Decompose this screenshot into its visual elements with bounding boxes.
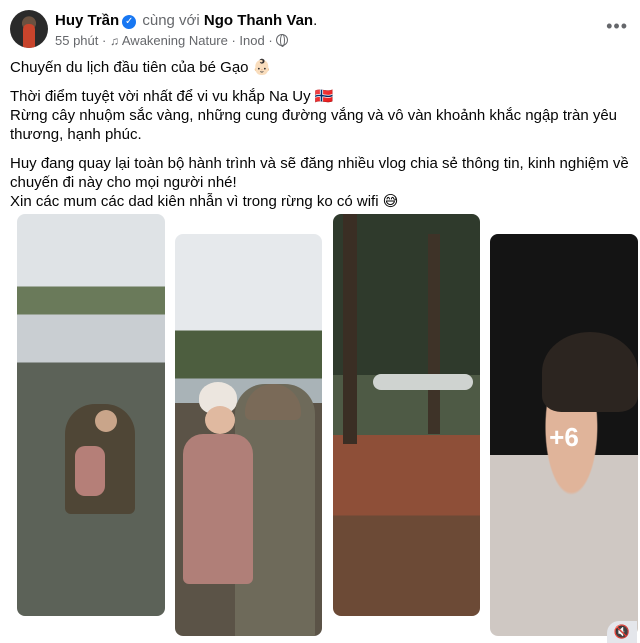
- photo-4[interactable]: +6: [490, 234, 638, 636]
- meta-separator: ·: [102, 33, 107, 48]
- author-line: Huy Trần ✓ cùng với Ngo Thanh Van.: [55, 12, 318, 29]
- post-time[interactable]: 55 phút: [55, 33, 98, 48]
- post-line-1: Chuyến du lịch đầu tiên của bé Gạo 👶🏻: [10, 59, 272, 76]
- with-text: cùng với: [142, 12, 200, 29]
- post-header: Huy Trần ✓ cùng với Ngo Thanh Van. 55 phú…: [10, 10, 630, 50]
- author-name[interactable]: Huy Trần: [55, 12, 119, 29]
- verified-badge-icon: ✓: [122, 15, 137, 29]
- post-line-5: Xin các mum các dad kiên nhẫn vì trong r…: [10, 193, 399, 210]
- post-line-3: Rừng cây nhuộm sắc vàng, những cung đườn…: [10, 107, 618, 143]
- music-note-icon: ♫: [109, 34, 119, 48]
- post-meta: 55 phút · ♫ Awakening Nature · Inod ·: [55, 33, 289, 48]
- globe-icon[interactable]: [276, 34, 289, 47]
- more-options-icon[interactable]: •••: [606, 16, 628, 37]
- more-photos-count[interactable]: +6: [490, 422, 638, 453]
- avatar[interactable]: [10, 10, 48, 48]
- post-line-2: Thời điểm tuyệt vời nhất để vi vu khắp N…: [10, 88, 334, 105]
- tagged-name[interactable]: Ngo Thanh Van: [204, 12, 313, 29]
- photo-1[interactable]: [17, 214, 165, 616]
- meta-separator-2: ·: [268, 33, 273, 48]
- photo-3[interactable]: [333, 214, 480, 616]
- photo-2[interactable]: [175, 234, 322, 636]
- speaker-muted-icon[interactable]: 🔇: [607, 621, 637, 643]
- post-line-4: Huy đang quay lại toàn bộ hành trình và …: [10, 155, 629, 191]
- post-text: Chuyến du lịch đầu tiên của bé Gạo 👶🏻 Th…: [10, 58, 635, 221]
- music-track[interactable]: Awakening Nature · Inod: [122, 33, 265, 48]
